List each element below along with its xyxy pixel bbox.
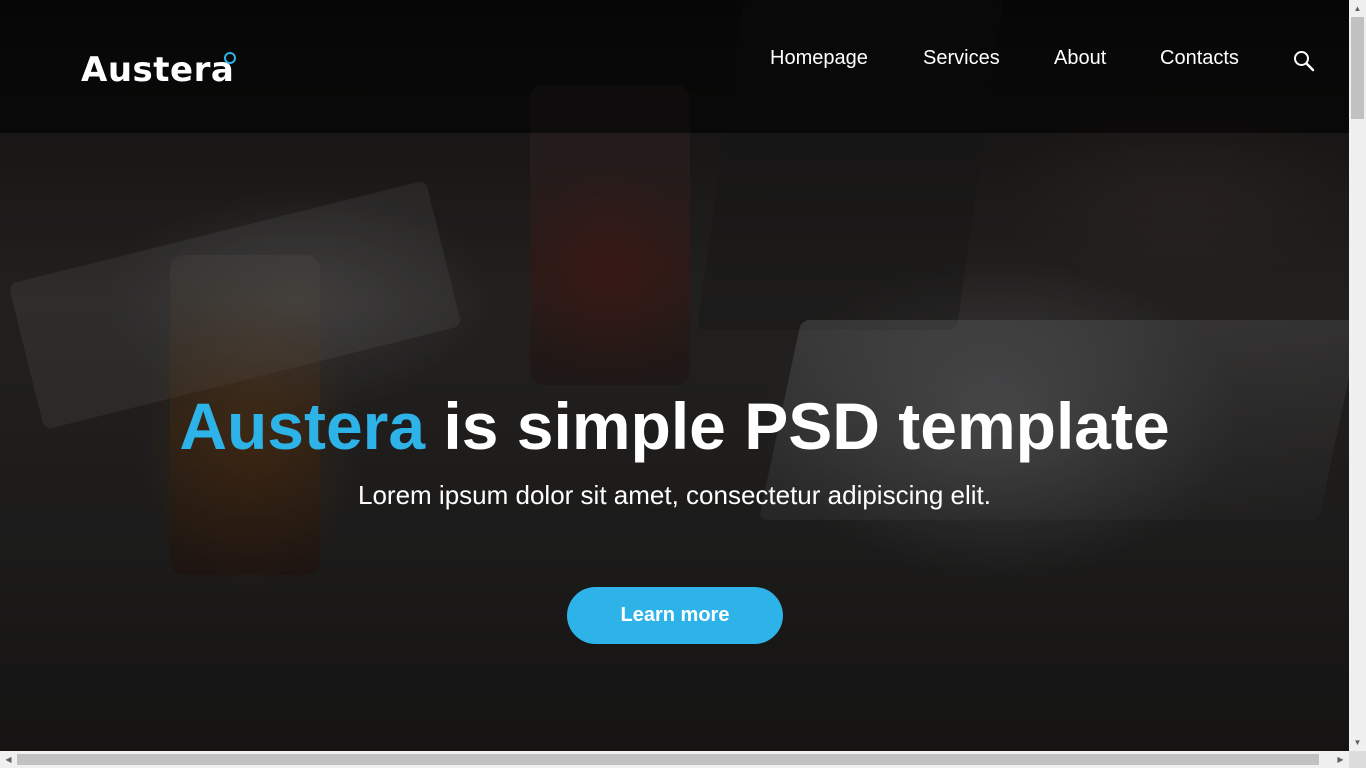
learn-more-button[interactable]: Learn more: [567, 587, 783, 644]
nav-item-contacts[interactable]: Contacts: [1160, 47, 1239, 70]
hero-title-rest: is simple PSD template: [425, 389, 1170, 463]
nav-item-about[interactable]: About: [1054, 47, 1106, 70]
logo[interactable]: Austera: [81, 50, 234, 90]
site-header: Austera Homepage Services About Contacts: [0, 0, 1349, 133]
vertical-scrollbar[interactable]: ▲ ▼: [1349, 0, 1366, 751]
arrow-right-icon[interactable]: ▶: [1332, 751, 1349, 768]
hero-title-accent: Austera: [179, 389, 426, 463]
horizontal-scroll-thumb[interactable]: [17, 754, 1319, 765]
nav-item-homepage[interactable]: Homepage: [770, 47, 868, 70]
scrollbar-corner: [1349, 751, 1366, 768]
arrow-left-icon[interactable]: ◀: [0, 751, 17, 768]
vertical-scroll-thumb[interactable]: [1351, 17, 1364, 119]
logo-dot-icon: [224, 52, 236, 64]
hero-title: Austera is simple PSD template: [0, 388, 1349, 464]
hero-subtitle: Lorem ipsum dolor sit amet, consectetur …: [358, 480, 991, 510]
horizontal-scrollbar[interactable]: ◀ ▶: [0, 751, 1349, 768]
page-viewport: Austera Homepage Services About Contacts…: [0, 0, 1349, 751]
arrow-up-icon[interactable]: ▲: [1349, 0, 1366, 17]
search-icon[interactable]: [1293, 50, 1315, 72]
nav-item-services[interactable]: Services: [923, 47, 1000, 70]
arrow-down-icon[interactable]: ▼: [1349, 734, 1366, 751]
